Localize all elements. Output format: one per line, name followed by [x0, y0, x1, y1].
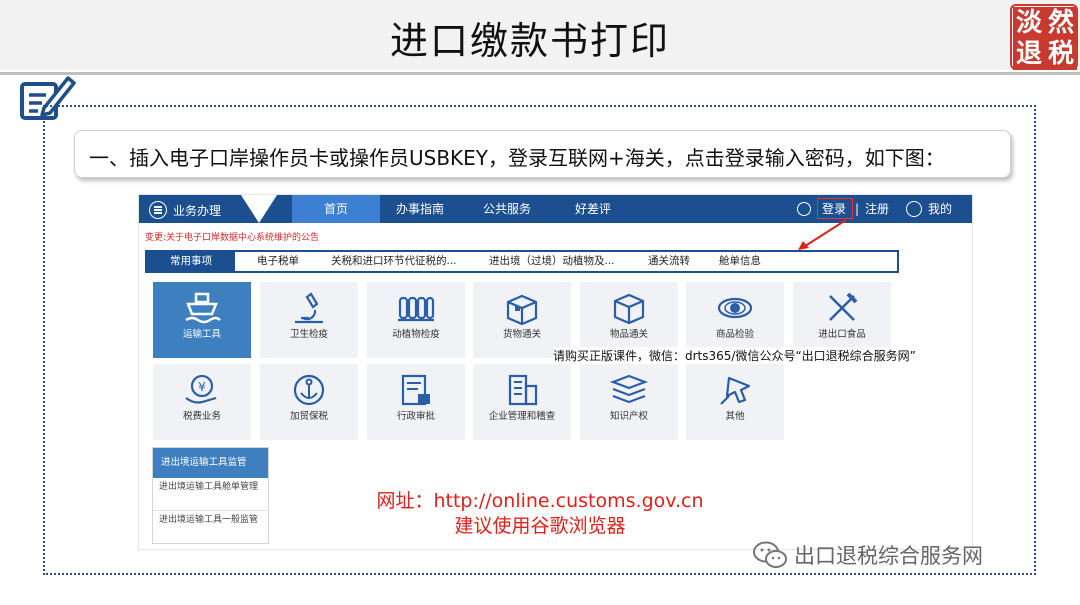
books-stack-icon [609, 374, 649, 404]
tile-other[interactable]: 其他 [686, 364, 784, 440]
anchor-icon [293, 374, 325, 406]
chevron-down-icon [241, 195, 277, 223]
tile-label: 商品检验 [715, 329, 754, 340]
notice-link[interactable]: 变更:关于电子口岸数据中心系统维护的公告 [145, 230, 319, 243]
document-stamp-icon [401, 374, 430, 406]
barrels-icon [398, 296, 435, 322]
subtab-common[interactable]: 常用事项 [147, 252, 235, 271]
subtab-etax[interactable]: 电子税单 [257, 252, 299, 271]
tile-label: 运输工具 [182, 329, 221, 340]
eye-icon [717, 297, 753, 319]
subtab-manifest[interactable]: 舱单信息 [719, 252, 761, 271]
ship-icon [185, 292, 221, 324]
business-menu[interactable]: 业务办理 [149, 201, 221, 219]
subtab-customs-flow[interactable]: 通关流转 [648, 252, 690, 271]
seal-char: 淡 [1013, 7, 1045, 39]
subnav: 常用事项 电子税单 关税和进口环节代征税的... 进出境（过境）动植物及... … [145, 250, 899, 273]
tile-label: 行政审批 [396, 411, 435, 422]
tile-ip[interactable]: 知识产权 [580, 364, 678, 440]
message-icon [797, 202, 811, 216]
pin-icon [720, 376, 751, 405]
tab-guide[interactable]: 办事指南 [384, 195, 456, 223]
seal-logo: 淡 然 退 税 [1010, 4, 1078, 70]
yuan-hand-icon: ¥ [185, 374, 217, 404]
open-box-icon [506, 294, 538, 326]
tile-label: 货物通关 [502, 329, 541, 340]
wechat-watermark: 出口退税综合服务网 [752, 540, 983, 570]
svg-text:¥: ¥ [198, 380, 206, 394]
title-divider [0, 72, 1080, 75]
login-highlight-box [817, 198, 853, 219]
page-title: 进口缴款书打印 [389, 19, 670, 63]
seal-char: 然 [1045, 7, 1077, 39]
nav-separator: | [855, 202, 860, 216]
tile-label: 进出口食品 [818, 329, 866, 340]
tile-label: 卫生检疫 [289, 329, 328, 340]
business-label: 业务办理 [173, 203, 222, 218]
tile-label: 其他 [725, 411, 745, 422]
tile-label: 企业管理和稽查 [488, 411, 556, 422]
seal-char: 退 [1013, 38, 1045, 70]
microscope-icon [295, 292, 323, 324]
tile-label: 税费业务 [182, 411, 221, 422]
tab-home[interactable]: 首页 [292, 195, 380, 223]
wechat-account-name: 出口退税综合服务网 [794, 544, 983, 568]
fork-knife-icon [829, 292, 858, 321]
tile-tax[interactable]: ¥ 税费业务 [153, 364, 251, 440]
subtab-quarantine[interactable]: 进出境（过境）动植物及... [489, 252, 615, 271]
browser-tip: 建议使用谷歌浏览器 [454, 515, 626, 537]
mine-label: 我的 [928, 202, 953, 216]
tile-label: 动植物检疫 [392, 329, 440, 340]
tile-label: 知识产权 [609, 411, 648, 422]
menu-icon [149, 201, 167, 219]
tile-plant-animal-quarantine[interactable]: 动植物检疫 [367, 282, 465, 358]
submenu-header[interactable]: 进出境运输工具监管 [153, 448, 268, 478]
slide: 进口缴款书打印 淡 然 退 税 一、插入电子口岸操作员卡或操作员USBKEY，登… [0, 0, 1080, 605]
promo-watermark: 请购买正版课件，微信：drts365/微信公众号“出口退税综合服务网” [553, 347, 916, 364]
wechat-icon [753, 541, 787, 568]
register-link[interactable]: 注册 [865, 195, 889, 223]
tile-approval[interactable]: 行政审批 [367, 364, 465, 440]
tile-label: 物品通关 [609, 329, 648, 340]
url-text: 网址：http://online.customs.gov.cn [376, 490, 704, 512]
user-icon [906, 201, 922, 217]
red-arrow-icon [798, 219, 847, 250]
building-icon [508, 374, 538, 406]
tile-label: 加贸保税 [289, 411, 328, 422]
subtab-tariff[interactable]: 关税和进口环节代征税的... [331, 252, 457, 271]
tile-bonded[interactable]: 加贸保税 [260, 364, 358, 440]
tab-rating[interactable]: 好差评 [557, 195, 629, 223]
tile-transport[interactable]: 运输工具 [153, 282, 251, 358]
instruction-box: 一、插入电子口岸操作员卡或操作员USBKEY，登录互联网+海关，点击登录输入密码… [74, 130, 1011, 178]
tile-health-quarantine[interactable]: 卫生检疫 [260, 282, 358, 358]
seal-char: 税 [1045, 38, 1077, 70]
tab-public-service[interactable]: 公共服务 [471, 195, 543, 223]
tile-enterprise[interactable]: 企业管理和稽查 [473, 364, 571, 440]
box-icon [613, 293, 645, 325]
mine-link[interactable]: 我的 [906, 195, 952, 223]
